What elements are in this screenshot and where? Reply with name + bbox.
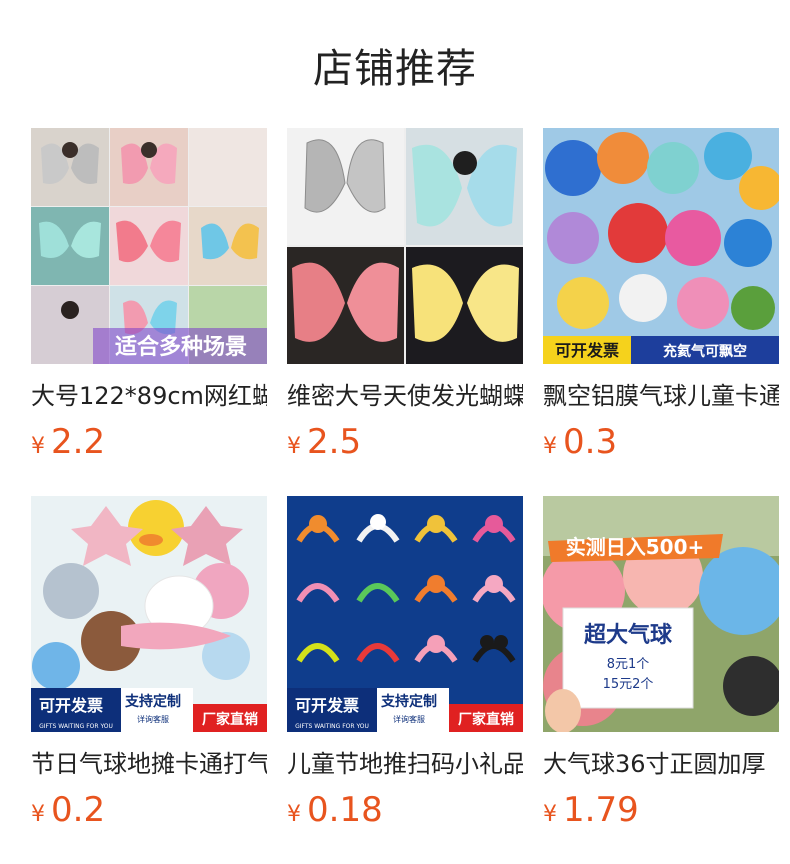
product-price: ¥2.2	[31, 422, 267, 462]
price-value: 0.2	[51, 790, 106, 830]
product-card[interactable]: 可开发票 充氦气可飘空 飘空铝膜气球儿童卡通 ¥0.3	[543, 128, 779, 496]
badge-invoice: 可开发票	[39, 696, 103, 715]
product-name[interactable]: 维密大号天使发光蝴蝶翅膀	[287, 380, 523, 412]
product-grid: 适合多种场景 大号122*89cm网红蝴蝶翅膀气球 ¥2.2	[31, 128, 779, 864]
badge-factory: 厂家直销	[202, 711, 258, 728]
product-image[interactable]: 实测日入500+ 超大气球 8元1个 15元2个	[543, 496, 779, 732]
price-value: 0.18	[307, 790, 383, 830]
currency-symbol: ¥	[31, 434, 45, 459]
price-value: 0.3	[563, 422, 618, 462]
badge-gifts: GIFTS WAITING FOR YOU	[295, 723, 369, 730]
product-card[interactable]: 实测日入500+ 超大气球 8元1个 15元2个 大气球36寸正圆加厚 ¥1.7…	[543, 496, 779, 864]
section-title: 店铺推荐	[313, 46, 477, 92]
product-image[interactable]: 适合多种场景	[31, 128, 267, 364]
currency-symbol: ¥	[287, 434, 301, 459]
badge-custom: 支持定制	[124, 693, 181, 710]
sign-line-1: 8元1个	[607, 657, 650, 672]
product-name[interactable]: 飘空铝膜气球儿童卡通	[543, 380, 779, 412]
product-name[interactable]: 节日气球地摊卡通打气	[31, 748, 267, 780]
product-price: ¥2.5	[287, 422, 523, 462]
badge-consult: 详询客服	[137, 714, 169, 724]
product-price: ¥0.2	[31, 790, 267, 830]
currency-symbol: ¥	[31, 802, 45, 827]
price-value: 1.79	[563, 790, 639, 830]
product-image[interactable]: 可开发票 充氦气可飘空	[543, 128, 779, 364]
price-value: 2.5	[307, 422, 362, 462]
badge-invoice: 可开发票	[295, 696, 359, 715]
product-image[interactable]: 可开发票 支持定制 详询客服 厂家直销 GIFTS WAITING FOR YO…	[287, 496, 523, 732]
product-card[interactable]: 可开发票 支持定制 详询客服 厂家直销 GIFTS WAITING FOR YO…	[31, 496, 267, 864]
badge-invoice: 可开发票	[555, 341, 619, 360]
product-card[interactable]: 适合多种场景 大号122*89cm网红蝴蝶翅膀气球 ¥2.2	[31, 128, 267, 496]
currency-symbol: ¥	[543, 802, 557, 827]
image-overlay-text: 实测日入500+	[566, 535, 705, 559]
product-card[interactable]: 可开发票 支持定制 详询客服 厂家直销 GIFTS WAITING FOR YO…	[287, 496, 523, 864]
product-name[interactable]: 大号122*89cm网红蝴蝶翅膀气球	[31, 380, 267, 412]
product-price: ¥0.18	[287, 790, 523, 830]
product-card[interactable]: 维密大号天使发光蝴蝶翅膀 ¥2.5	[287, 128, 523, 496]
badge-custom: 支持定制	[380, 693, 437, 710]
product-price: ¥0.3	[543, 422, 779, 462]
product-name[interactable]: 儿童节地推扫码小礼品	[287, 748, 523, 780]
shop-recommend-page: 店铺推荐 适合多种场景 大号122*89cm网红蝴 ¥ 2.2 维密大号天使发光…	[0, 0, 790, 864]
product-price: ¥1.79	[543, 790, 779, 830]
sign-line-2: 15元2个	[603, 677, 654, 692]
product-name[interactable]: 大气球36寸正圆加厚	[543, 748, 779, 780]
currency-symbol: ¥	[543, 434, 557, 459]
badge-helium: 充氦气可飘空	[663, 343, 747, 360]
product-image[interactable]: 可开发票 支持定制 详询客服 厂家直销 GIFTS WAITING FOR YO…	[31, 496, 267, 732]
price-value: 2.2	[51, 422, 106, 462]
badge-consult: 详询客服	[393, 714, 425, 724]
badge-factory: 厂家直销	[458, 711, 514, 728]
currency-symbol: ¥	[287, 802, 301, 827]
badge-gifts: GIFTS WAITING FOR YOU	[39, 723, 113, 730]
image-overlay-text: 适合多种场景	[115, 334, 247, 360]
product-image[interactable]	[287, 128, 523, 364]
sign-title: 超大气球	[584, 622, 673, 648]
